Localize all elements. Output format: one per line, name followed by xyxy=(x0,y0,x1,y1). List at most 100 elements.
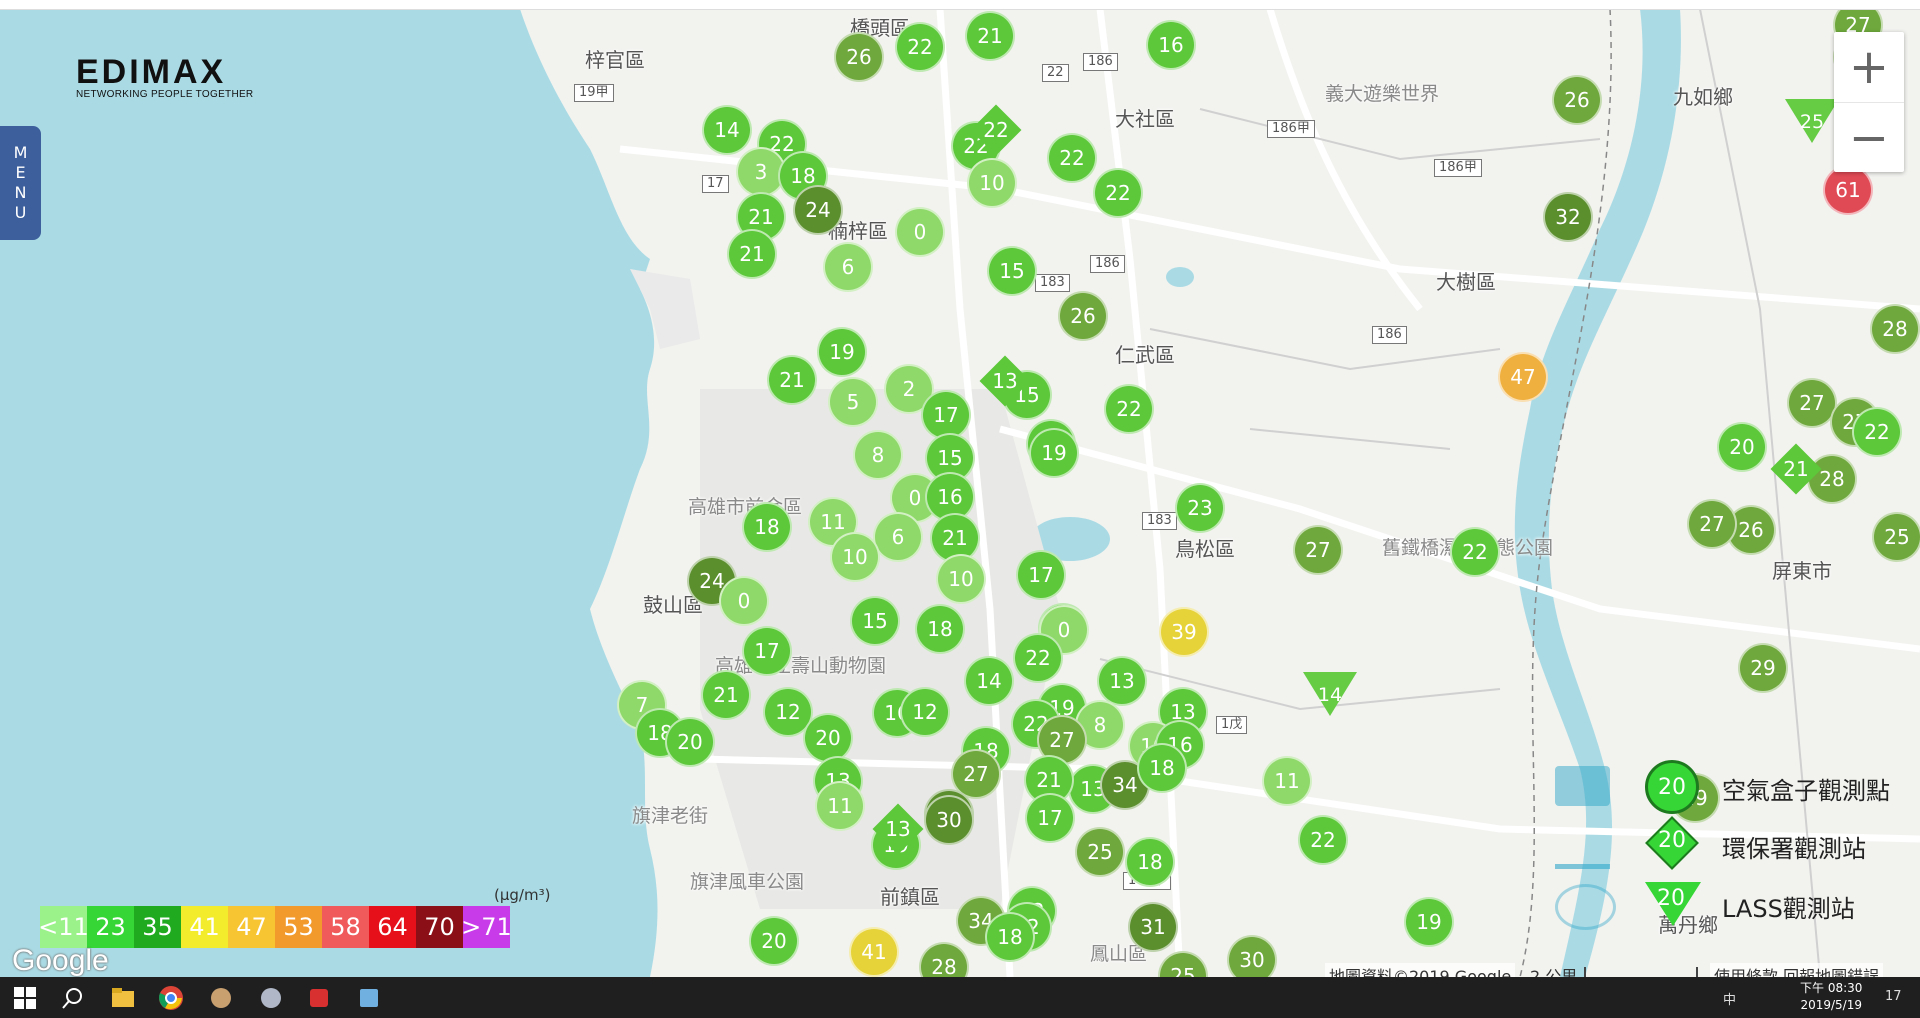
zoom-out-button[interactable]: − xyxy=(1834,103,1904,173)
google-logo[interactable]: Google xyxy=(12,944,109,977)
airbox-sensor-marker[interactable]: 10 xyxy=(967,158,1017,208)
airbox-sensor-marker[interactable]: 26 xyxy=(1552,75,1602,125)
menu-button[interactable]: M E N U xyxy=(0,126,41,240)
airbox-sensor-marker[interactable]: 22 xyxy=(1298,815,1348,865)
airbox-sensor-marker[interactable]: 22 xyxy=(1093,168,1143,218)
airbox-sensor-marker[interactable]: 27 xyxy=(1687,499,1737,549)
airbox-sensor-marker[interactable]: 0 xyxy=(719,576,769,626)
airbox-sensor-marker[interactable]: 22 xyxy=(895,22,945,72)
airbox-sensor-marker[interactable]: 10 xyxy=(936,554,986,604)
airbox-sensor-marker[interactable]: 15 xyxy=(850,596,900,646)
airbox-sensor-marker[interactable]: 16 xyxy=(1146,20,1196,70)
airbox-sensor-marker[interactable]: 18 xyxy=(1137,743,1187,793)
app-icon[interactable] xyxy=(258,985,284,1011)
airbox-sensor-marker[interactable]: 23 xyxy=(1175,483,1225,533)
airbox-sensor-marker[interactable]: 19 xyxy=(817,327,867,377)
chrome-icon[interactable] xyxy=(158,985,184,1011)
airbox-sensor-marker[interactable]: 10 xyxy=(830,532,880,582)
app-icon[interactable] xyxy=(208,985,234,1011)
airbox-sensor-marker[interactable]: 14 xyxy=(964,656,1014,706)
menu-letter: U xyxy=(14,203,27,222)
place-label: 梓官區 xyxy=(585,48,645,72)
map-canvas[interactable]: 橋頭區 梓官區 大社區 義大遊樂世界 九如鄉 楠梓區 大樹區 仁武區 鳥松區 舊… xyxy=(0,9,1920,977)
airbox-icon xyxy=(1555,766,1610,806)
airbox-sensor-marker[interactable]: 30 xyxy=(1227,935,1277,977)
terms-link[interactable]: 使用條款 回報地圖錯誤 xyxy=(1710,963,1884,977)
airbox-sensor-marker[interactable]: 20 xyxy=(749,916,799,966)
map-attribution[interactable]: 地圖資料©2019 Google xyxy=(1325,963,1516,977)
aqi-scale-cell: 41 xyxy=(181,906,228,948)
airbox-sensor-marker[interactable]: 20 xyxy=(1717,422,1767,472)
menu-letter: N xyxy=(14,183,27,202)
road-shield: 186甲 xyxy=(1267,120,1315,138)
epa-label: 環保署觀測站 xyxy=(1722,835,1866,863)
airbox-sensor-marker[interactable]: 17 xyxy=(1025,793,1075,843)
airbox-sensor-marker[interactable]: 21 xyxy=(965,11,1015,61)
airbox-sensor-marker[interactable]: 22 xyxy=(1852,407,1902,457)
road-shield: 186 xyxy=(1083,53,1118,71)
airbox-sensor-marker[interactable]: 18 xyxy=(1125,837,1175,887)
pond xyxy=(1166,267,1194,287)
airbox-sensor-marker[interactable]: 18 xyxy=(742,502,792,552)
place-label: 義大遊樂世界 xyxy=(1325,83,1440,105)
airbox-sensor-marker[interactable]: 8 xyxy=(853,430,903,480)
clock[interactable]: 下午 08:30 2019/5/19 xyxy=(1800,980,1862,1014)
zoom-in-button[interactable]: + xyxy=(1834,32,1904,103)
airbox-sensor-marker[interactable]: 29 xyxy=(1738,643,1788,693)
airbox-sensor-marker[interactable]: 0 xyxy=(895,207,945,257)
airbox-sensor-marker[interactable]: 5 xyxy=(828,377,878,427)
airbox-sensor-marker[interactable]: 26 xyxy=(1058,291,1108,341)
airbox-sensor-marker[interactable]: 18 xyxy=(915,604,965,654)
scale-bar xyxy=(1584,967,1698,977)
ime-indicator[interactable]: 中 xyxy=(1723,989,1736,1008)
airbox-sensor-marker[interactable]: 21 xyxy=(767,355,817,405)
airbox-sensor-marker[interactable]: 19 xyxy=(1029,428,1079,478)
notification-count[interactable]: 17 xyxy=(1885,989,1902,1004)
lass-station-value: 14 xyxy=(1317,684,1343,706)
airbox-sensor-marker[interactable]: 17 xyxy=(742,626,792,676)
airbox-sensor-marker[interactable]: 41 xyxy=(849,927,899,977)
airbox-sensor-marker[interactable]: 24 xyxy=(793,185,843,235)
airbox-sensor-marker[interactable]: 20 xyxy=(803,713,853,763)
airbox-sensor-marker[interactable]: 30 xyxy=(924,795,974,845)
airbox-sensor-marker[interactable]: 12 xyxy=(900,687,950,737)
airbox-sensor-marker[interactable]: 6 xyxy=(823,242,873,292)
app-icon[interactable] xyxy=(356,985,382,1011)
airbox-sensor-marker[interactable]: 20 xyxy=(665,717,715,767)
app-icon[interactable] xyxy=(306,985,332,1011)
windows-start-icon[interactable] xyxy=(12,985,38,1011)
airbox-sensor-marker[interactable]: 22 xyxy=(1450,527,1500,577)
search-icon[interactable] xyxy=(60,985,86,1011)
airbox-sensor-marker[interactable]: 14 xyxy=(702,105,752,155)
airbox-sensor-marker[interactable]: 11 xyxy=(1262,756,1312,806)
airbox-sensor-marker[interactable]: 27 xyxy=(1293,525,1343,575)
edimax-logo[interactable]: EDIMAX NETWORKING PEOPLE TOGETHER xyxy=(76,55,253,100)
airbox-sensor-marker[interactable]: 22 xyxy=(1104,384,1154,434)
file-explorer-icon[interactable] xyxy=(110,985,136,1011)
airbox-sensor-marker[interactable]: 18 xyxy=(985,912,1035,962)
road-shield: 186甲 xyxy=(1434,159,1482,177)
airbox-sensor-marker[interactable]: 13 xyxy=(1097,656,1147,706)
airbox-sensor-marker[interactable]: 15 xyxy=(987,246,1037,296)
windows-taskbar: 中 下午 08:30 2019/5/19 17 xyxy=(0,977,1920,1018)
airbox-sensor-marker[interactable]: 26 xyxy=(834,32,884,82)
airbox-sensor-marker[interactable]: 22 xyxy=(1047,133,1097,183)
airbox-sensor-marker[interactable]: 6 xyxy=(873,512,923,562)
airbox-sensor-marker[interactable]: 28 xyxy=(1870,304,1920,354)
airbox-sensor-marker[interactable]: 22 xyxy=(1013,633,1063,683)
airbox-sensor-marker[interactable]: 39 xyxy=(1159,607,1209,657)
airbox-sensor-marker[interactable]: 21 xyxy=(701,670,751,720)
airbox-sensor-marker[interactable]: 19 xyxy=(1404,897,1454,947)
airbox-sensor-marker[interactable]: 47 xyxy=(1498,352,1548,402)
clock-date: 2019/5/19 xyxy=(1800,998,1862,1012)
airbox-sensor-marker[interactable]: 25 xyxy=(1075,827,1125,877)
airbox-sensor-marker[interactable]: 11 xyxy=(815,781,865,831)
airbox-sensor-marker[interactable]: 31 xyxy=(1128,902,1178,952)
airbox-sensor-marker[interactable]: 32 xyxy=(1543,192,1593,242)
airbox-sensor-marker[interactable]: 17 xyxy=(1016,550,1066,600)
airbox-sensor-marker[interactable]: 21 xyxy=(727,229,777,279)
airbox-sensor-marker[interactable]: 25 xyxy=(1872,512,1920,562)
aqi-scale-cell: 47 xyxy=(228,906,275,948)
epa-station-value: 21 xyxy=(1783,457,1809,481)
place-label: 旗津老街 xyxy=(632,805,709,827)
